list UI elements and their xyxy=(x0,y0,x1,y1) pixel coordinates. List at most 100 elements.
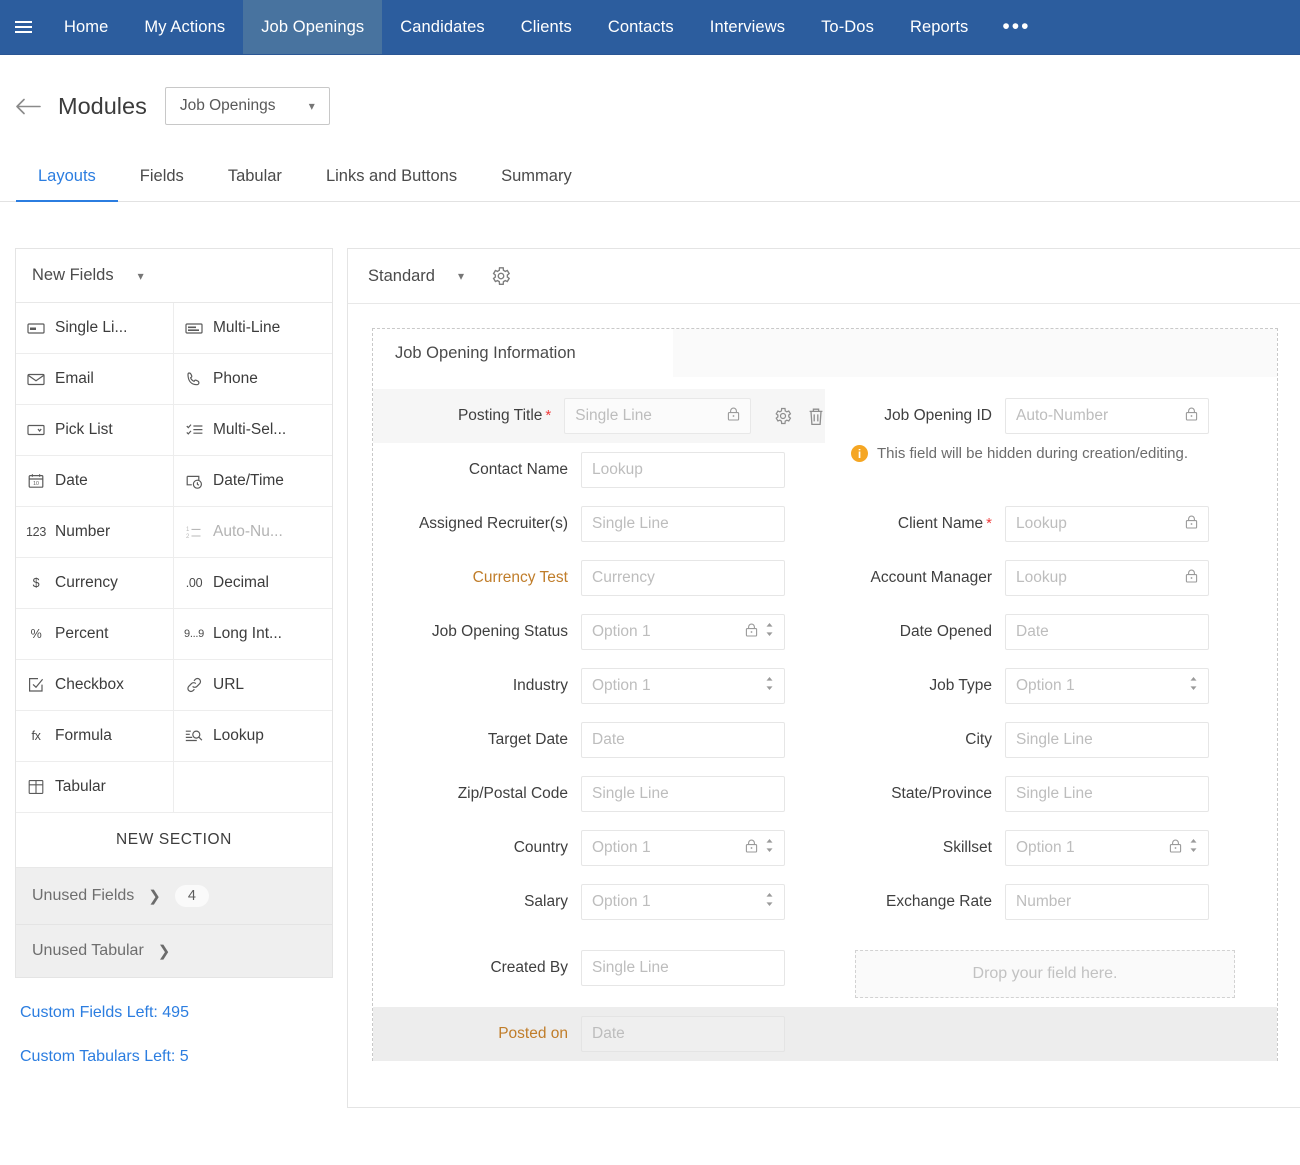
stepper-icon[interactable] xyxy=(765,838,774,858)
hamburger-menu-icon[interactable] xyxy=(0,0,46,54)
page-body: New Fields ▾ Single Li...Multi-LineEmail… xyxy=(0,202,1300,1108)
nav-item-job-openings[interactable]: Job Openings xyxy=(243,0,382,54)
field-input[interactable]: Lookup xyxy=(1005,560,1209,596)
field-input[interactable]: Option 1 xyxy=(581,614,785,650)
field-type-date[interactable]: 10Date xyxy=(16,456,174,507)
tab-links-and-buttons[interactable]: Links and Buttons xyxy=(304,157,479,202)
nav-item-to-dos[interactable]: To-Dos xyxy=(803,0,892,54)
field-type-auto-nu[interactable]: 12Auto-Nu... xyxy=(174,507,332,558)
field-type-decimal[interactable]: .00Decimal xyxy=(174,558,332,609)
field-placeholder: Option 1 xyxy=(592,893,765,911)
field-type-number[interactable]: 123Number xyxy=(16,507,174,558)
field-delete-trash-icon[interactable] xyxy=(807,407,825,426)
field-label: Country xyxy=(391,839,581,857)
back-arrow-icon[interactable] xyxy=(16,91,50,121)
custom-tabulars-left-link[interactable]: Custom Tabulars Left: 5 xyxy=(20,1048,333,1066)
nav-item-home[interactable]: Home xyxy=(46,0,126,54)
chevron-down-icon: ▾ xyxy=(138,269,144,283)
field-input[interactable]: Option 1 xyxy=(581,884,785,920)
unused-tabular-row[interactable]: Unused Tabular ❯ xyxy=(16,925,332,977)
field-input[interactable]: Single Line xyxy=(564,398,751,434)
tab-fields[interactable]: Fields xyxy=(118,157,206,202)
stepper-icon[interactable] xyxy=(1189,838,1198,858)
field-dropzone[interactable]: Drop your field here. xyxy=(855,950,1235,998)
right-field-cell: Skillset Option 1 xyxy=(825,821,1277,875)
field-input[interactable]: Auto-Number xyxy=(1005,398,1209,434)
field-type-currency[interactable]: $Currency xyxy=(16,558,174,609)
field-label-text: Posted on xyxy=(498,1025,568,1042)
more-menu-button[interactable]: ••• xyxy=(986,0,1046,54)
nav-item-candidates[interactable]: Candidates xyxy=(382,0,502,54)
field-input[interactable]: Option 1 xyxy=(581,830,785,866)
field-input[interactable]: Single Line xyxy=(1005,722,1209,758)
tab-summary[interactable]: Summary xyxy=(479,157,594,202)
field-input[interactable]: Date xyxy=(1005,614,1209,650)
phone-icon xyxy=(184,369,204,389)
field-type-formula[interactable]: fxFormula xyxy=(16,711,174,762)
field-type-label: Multi-Sel... xyxy=(213,421,286,439)
field-row: IndustryOption 1Job TypeOption 1 xyxy=(373,659,1277,713)
lookup-icon xyxy=(184,726,204,746)
field-input[interactable]: Lookup xyxy=(581,452,785,488)
nav-item-my-actions[interactable]: My Actions xyxy=(126,0,243,54)
field-type-email[interactable]: Email xyxy=(16,354,174,405)
field-type-phone[interactable]: Phone xyxy=(174,354,332,405)
new-section-button[interactable]: NEW SECTION xyxy=(16,813,332,868)
stepper-icon[interactable] xyxy=(765,676,774,696)
field-input[interactable]: Option 1 xyxy=(1005,830,1209,866)
field-row: Job Opening StatusOption 1Date OpenedDat… xyxy=(373,605,1277,659)
field-input[interactable]: Single Line xyxy=(1005,776,1209,812)
pick-list-icon xyxy=(26,420,46,440)
right-field-cell: State/ProvinceSingle Line xyxy=(825,767,1277,821)
field-input[interactable]: Date xyxy=(581,1016,785,1052)
field-placeholder: Single Line xyxy=(1016,785,1198,803)
field-input[interactable]: Number xyxy=(1005,884,1209,920)
new-fields-header[interactable]: New Fields ▾ xyxy=(16,249,332,303)
field-type-date-time[interactable]: Date/Time xyxy=(174,456,332,507)
field-type-pick-list[interactable]: Pick List xyxy=(16,405,174,456)
left-field-cell: Zip/Postal CodeSingle Line xyxy=(373,767,825,821)
section-title[interactable]: Job Opening Information xyxy=(373,329,673,377)
field-settings-gear-icon[interactable] xyxy=(773,406,793,426)
field-input[interactable]: Currency xyxy=(581,560,785,596)
gear-icon[interactable] xyxy=(490,265,512,287)
nav-item-reports[interactable]: Reports xyxy=(892,0,986,54)
field-type-tabular[interactable]: Tabular xyxy=(16,762,174,813)
nav-item-clients[interactable]: Clients xyxy=(503,0,590,54)
right-field-cell: Job TypeOption 1 xyxy=(825,659,1277,713)
field-input[interactable]: Lookup xyxy=(1005,506,1209,542)
nav-item-contacts[interactable]: Contacts xyxy=(590,0,692,54)
layout-select[interactable]: Standard ▾ xyxy=(368,267,464,286)
field-type-long-int[interactable]: 9...9Long Int... xyxy=(174,609,332,660)
field-input[interactable]: Single Line xyxy=(581,776,785,812)
field-type-multi-sel[interactable]: Multi-Sel... xyxy=(174,405,332,456)
field-input[interactable]: Option 1 xyxy=(1005,668,1209,704)
field-input[interactable]: Single Line xyxy=(581,506,785,542)
module-select[interactable]: Job Openings ▾ xyxy=(165,87,330,125)
custom-fields-left-link[interactable]: Custom Fields Left: 495 xyxy=(20,1004,333,1022)
field-input[interactable]: Option 1 xyxy=(581,668,785,704)
field-label-text: Skillset xyxy=(943,839,992,856)
unused-fields-row[interactable]: Unused Fields ❯ 4 xyxy=(16,868,332,925)
field-type-single-li[interactable]: Single Li... xyxy=(16,303,174,354)
field-placeholder: Lookup xyxy=(592,461,774,479)
field-type-checkbox[interactable]: Checkbox xyxy=(16,660,174,711)
stepper-icon[interactable] xyxy=(765,622,774,642)
stepper-icon[interactable] xyxy=(765,892,774,912)
page-title: Modules xyxy=(58,93,147,120)
field-type-multi-line[interactable]: Multi-Line xyxy=(174,303,332,354)
stepper-icon[interactable] xyxy=(1189,676,1198,696)
field-input[interactable]: Date xyxy=(581,722,785,758)
field-row: CountryOption 1SkillsetOption 1 xyxy=(373,821,1277,875)
field-type-url[interactable]: URL xyxy=(174,660,332,711)
tab-layouts[interactable]: Layouts xyxy=(16,157,118,202)
left-field-cell: CountryOption 1 xyxy=(373,821,825,875)
lock-icon xyxy=(1185,569,1198,588)
field-input[interactable]: Single Line xyxy=(581,950,785,986)
nav-item-interviews[interactable]: Interviews xyxy=(692,0,803,54)
tab-tabular[interactable]: Tabular xyxy=(206,157,304,202)
right-field-cell: Date OpenedDate xyxy=(825,605,1277,659)
required-asterisk: * xyxy=(986,515,992,532)
field-type-lookup[interactable]: Lookup xyxy=(174,711,332,762)
field-type-percent[interactable]: %Percent xyxy=(16,609,174,660)
